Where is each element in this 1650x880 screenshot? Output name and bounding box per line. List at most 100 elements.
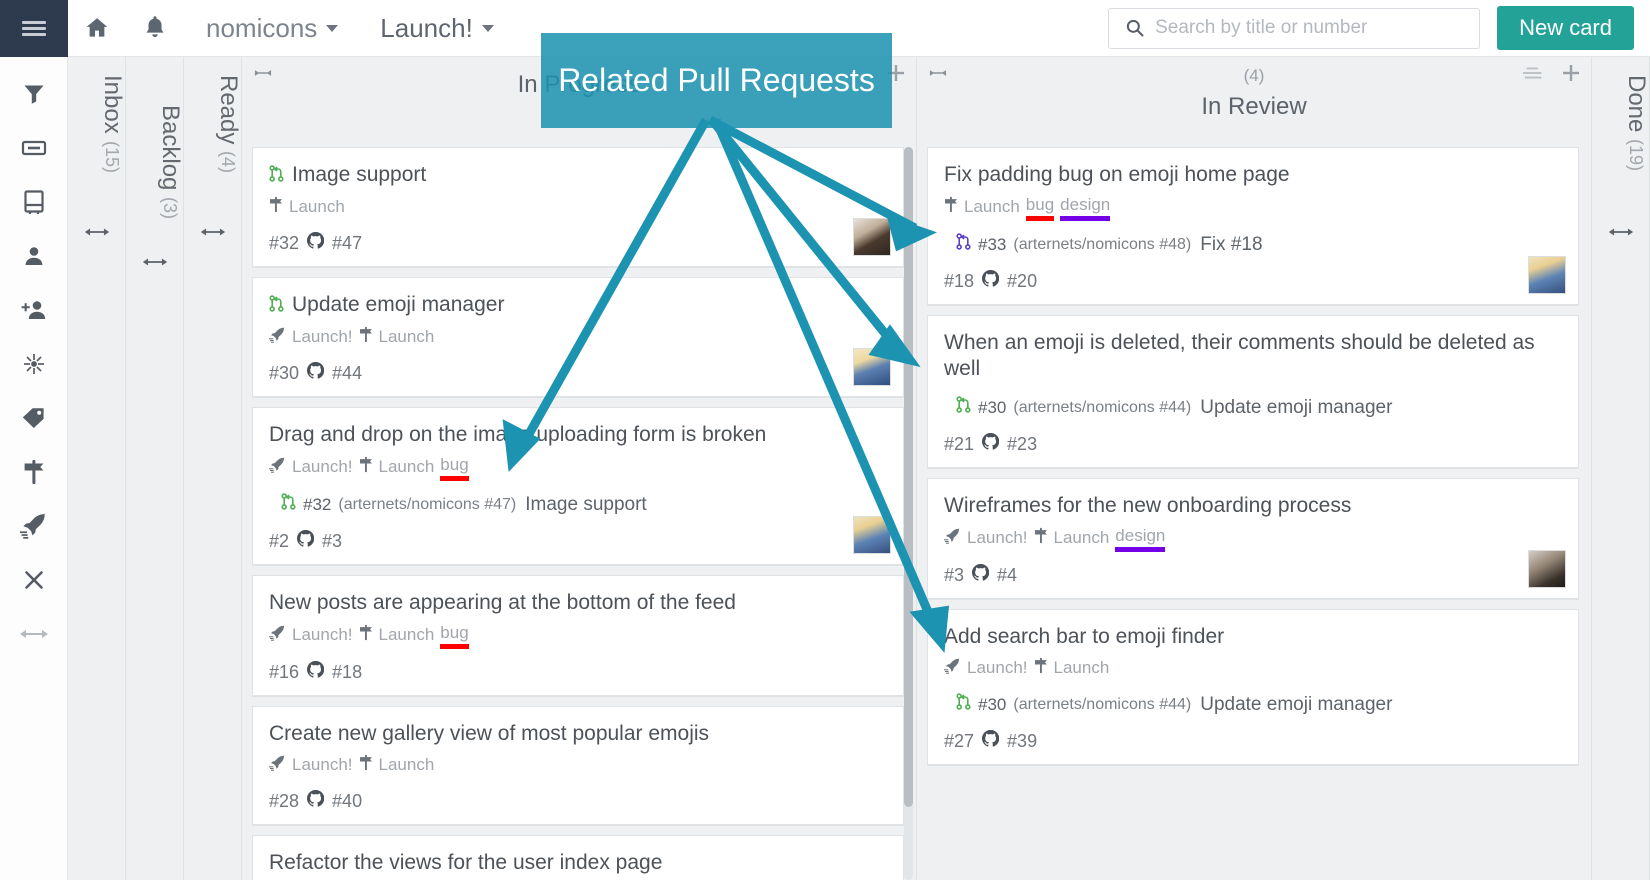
card[interactable]: Update emoji manager Launch! Launch #30 #44 xyxy=(252,277,904,398)
collapsed-column-title: Done xyxy=(1623,75,1650,133)
card[interactable]: New posts are appearing at the bottom of… xyxy=(252,575,904,697)
sidebar-item-person[interactable] xyxy=(11,233,57,279)
search-input[interactable] xyxy=(1155,17,1456,39)
sidebar-item-add-person[interactable] xyxy=(11,287,57,333)
card[interactable]: Image support Launch #32 #47 xyxy=(252,147,904,268)
card[interactable]: Add search bar to emoji finder Launch! Lau… xyxy=(927,609,1579,766)
home-button[interactable] xyxy=(68,0,126,57)
card-related-pull-request[interactable]: #32 (arternets/nomicons #47) Image support xyxy=(269,493,887,516)
card-label[interactable]: design xyxy=(1060,195,1111,221)
rocket-icon xyxy=(944,527,961,549)
expand-column-button[interactable] xyxy=(1608,225,1634,244)
chevron-down-icon xyxy=(326,24,339,32)
card-meta-item[interactable]: Launch! xyxy=(269,326,353,348)
pr-title: Image support xyxy=(525,493,647,515)
sidebar-item-expand[interactable] xyxy=(11,611,57,657)
card-meta-item[interactable]: Launch xyxy=(359,624,434,646)
rocket-icon xyxy=(269,456,286,478)
card-meta-item[interactable]: Launch xyxy=(1034,527,1109,549)
add-card-to-column-button[interactable] xyxy=(1561,63,1581,88)
project-name: Launch! xyxy=(380,12,473,43)
collapse-column-button[interactable] xyxy=(252,66,274,83)
avatar[interactable] xyxy=(853,516,891,554)
card-title: New posts are appearing at the bottom of… xyxy=(269,590,887,616)
pull-request-icon xyxy=(269,164,284,187)
card-number: #30 xyxy=(269,362,300,383)
collapsed-column-header[interactable]: Done (19) xyxy=(1592,75,1650,171)
collapsed-column-header[interactable]: Ready (4) xyxy=(184,75,242,173)
collapsed-column-header[interactable]: Inbox (15) xyxy=(68,75,126,173)
card-label[interactable]: bug xyxy=(440,623,470,649)
card-meta-item[interactable]: Launch! xyxy=(944,527,1028,549)
expand-column-button[interactable] xyxy=(200,225,226,244)
pull-request-icon xyxy=(956,396,971,419)
collapsed-column-title: Ready xyxy=(215,75,242,145)
expand-column-button[interactable] xyxy=(142,255,168,274)
card[interactable]: When an emoji is deleted, their comments… xyxy=(927,315,1579,469)
expand-column-button[interactable] xyxy=(84,225,110,244)
issue-number: #20 xyxy=(1007,270,1038,291)
sidebar-item-cards[interactable] xyxy=(11,125,57,171)
card-label[interactable]: bug xyxy=(440,455,470,481)
column-scrollbar[interactable] xyxy=(904,147,913,880)
collapsed-column[interactable]: Ready (4) xyxy=(184,57,242,880)
rocket-icon xyxy=(944,657,961,679)
notifications-button[interactable] xyxy=(126,0,184,57)
column-count: (4) xyxy=(1243,66,1265,85)
menu-button[interactable] xyxy=(0,0,68,57)
card[interactable]: Refactor the views for the user index pa… xyxy=(252,835,904,880)
card-related-pull-request[interactable]: #30 (arternets/nomicons #44) Update emoji … xyxy=(944,396,1562,419)
card-meta-item[interactable]: Launch! xyxy=(269,456,353,478)
card-related-pull-request[interactable]: #33 (arternets/nomicons #48) Fix #18 xyxy=(944,233,1562,256)
collapsed-column[interactable]: Done (19) xyxy=(1592,57,1650,880)
collapsed-column[interactable]: Inbox (15) xyxy=(68,57,126,880)
card-meta-item[interactable]: Launch! xyxy=(944,657,1028,679)
project-dropdown[interactable]: Launch! xyxy=(380,13,494,44)
pull-request-icon xyxy=(269,294,284,317)
sidebar-item-notebook[interactable] xyxy=(11,179,57,225)
card-title: Add search bar to emoji finder xyxy=(944,624,1562,650)
card-label[interactable]: bug xyxy=(1025,195,1055,221)
card-meta-item[interactable]: Launch! xyxy=(269,754,353,776)
card-meta-text: Launch xyxy=(964,197,1020,216)
sidebar-item-project[interactable] xyxy=(11,503,57,549)
card-meta-item[interactable]: Launch xyxy=(269,196,345,218)
collapsed-column[interactable]: Backlog (3) xyxy=(126,57,184,880)
card-numbers: #16 #18 xyxy=(269,660,887,683)
collapsed-column-header[interactable]: Backlog (3) xyxy=(126,105,184,219)
avatar[interactable] xyxy=(1528,256,1566,294)
sidebar-item-clear[interactable] xyxy=(11,557,57,603)
avatar[interactable] xyxy=(853,218,891,256)
column-title: In Progress xyxy=(517,71,641,98)
card-meta-item[interactable]: Launch xyxy=(359,456,434,478)
avatar[interactable] xyxy=(853,348,891,386)
card-meta-item[interactable]: Launch! xyxy=(269,624,353,646)
sidebar-item-filter[interactable] xyxy=(11,71,57,117)
sidebar-item-milestones[interactable] xyxy=(11,449,57,495)
new-card-button[interactable]: New card xyxy=(1497,6,1634,50)
card[interactable]: Drag and drop on the image uploading for… xyxy=(252,407,904,566)
column-scrollbar-thumb[interactable] xyxy=(904,147,913,807)
avatar[interactable] xyxy=(1528,550,1566,588)
sidebar-item-network[interactable] xyxy=(11,341,57,387)
search-box[interactable] xyxy=(1108,7,1481,49)
card-meta-item[interactable]: Launch xyxy=(359,754,434,776)
app-root: nomicons Launch! New card xyxy=(0,0,1650,880)
card[interactable]: Fix padding bug on emoji home page Launch… xyxy=(927,147,1579,306)
card-related-pull-request[interactable]: #30 (arternets/nomicons #44) Update emoji … xyxy=(944,693,1562,716)
sidebar-item-labels[interactable] xyxy=(11,395,57,441)
card[interactable]: Wireframes for the new onboarding proces… xyxy=(927,478,1579,600)
add-card-to-column-button[interactable] xyxy=(886,63,906,88)
card-meta-item[interactable]: Launch xyxy=(944,196,1020,218)
org-name: nomicons xyxy=(206,12,318,43)
collapse-column-button[interactable] xyxy=(927,66,949,83)
card-meta-item[interactable]: Launch xyxy=(1034,657,1109,679)
card-label[interactable]: design xyxy=(1115,526,1166,552)
column-card-list: Fix padding bug on emoji home page Launch… xyxy=(927,147,1579,766)
card-number: #16 xyxy=(269,661,300,682)
issue-number: #23 xyxy=(1007,433,1038,454)
card[interactable]: Create new gallery view of most popular … xyxy=(252,706,904,826)
card-meta-item[interactable]: Launch xyxy=(359,326,434,348)
org-dropdown[interactable]: nomicons xyxy=(206,12,339,44)
column-options-button[interactable] xyxy=(1523,65,1545,86)
